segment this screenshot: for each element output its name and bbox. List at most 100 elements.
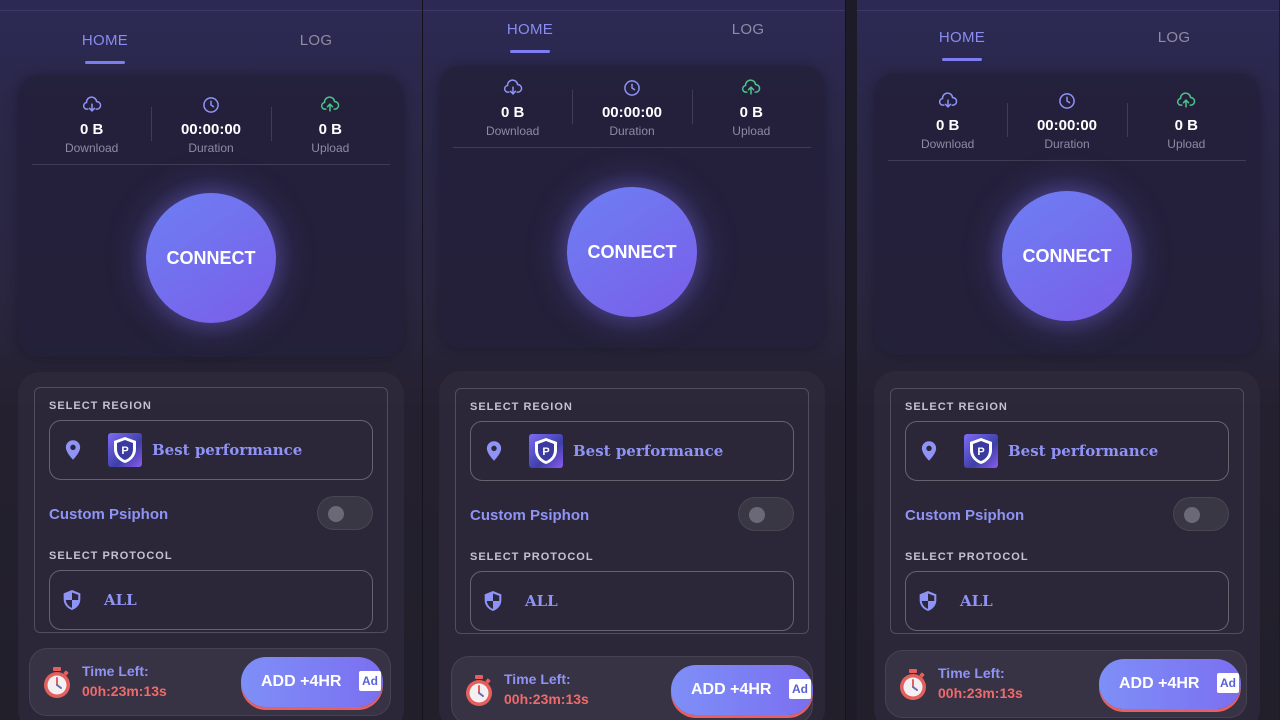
select-protocol-label: SELECT PROTOCOL (905, 551, 1029, 563)
add-time-button[interactable]: ADD +4HR Ad (671, 665, 813, 715)
shield-icon (919, 591, 937, 611)
stat-duration: 00:00:00 Duration (151, 79, 270, 164)
vpn-app-panel: HOME LOG 0 B Download 00:00:00 Duration … (0, 0, 422, 720)
stat-download: 0 B Download (453, 62, 572, 147)
stopwatch-icon (900, 669, 926, 700)
svg-text:P: P (121, 445, 128, 457)
region-flag-icon: P (108, 433, 142, 467)
svg-text:P: P (977, 446, 984, 458)
duration-value: 00:00:00 (601, 104, 663, 121)
region-flag-icon: P (964, 434, 998, 468)
time-left-value: 00h:23m:13s (938, 685, 1023, 701)
protocol-selector[interactable]: ALL (470, 571, 794, 631)
stat-upload: 0 B Upload (1126, 75, 1246, 160)
download-value: 0 B (935, 117, 960, 134)
svg-text:P: P (542, 446, 549, 458)
clock-icon (203, 97, 219, 113)
tab-log[interactable]: LOG (256, 32, 376, 49)
stopwatch-icon (44, 667, 70, 698)
stat-duration: 00:00:00 Duration (572, 62, 691, 147)
cloud-upload-icon (742, 79, 761, 95)
region-selector[interactable]: P Best performance (905, 421, 1229, 481)
clock-icon (1059, 93, 1075, 109)
tab-home-indicator (942, 58, 982, 61)
region-selected-text: Best performance (152, 441, 303, 459)
shield-badge-icon: P (114, 437, 136, 463)
connection-card: 0 B Download 00:00:00 Duration 0 B Uploa… (874, 73, 1260, 355)
connection-card: 0 B Download 00:00:00 Duration 0 B Uploa… (439, 66, 825, 348)
protocol-selected-text: ALL (960, 592, 993, 610)
upload-label: Upload (1167, 137, 1206, 151)
ad-badge: Ad (359, 671, 381, 691)
panel-separator (845, 0, 846, 720)
protocol-selector[interactable]: ALL (49, 570, 373, 630)
shield-badge-icon: P (970, 438, 992, 464)
custom-psiphon-toggle[interactable] (738, 497, 794, 531)
tab-home[interactable]: HOME (902, 29, 1022, 46)
add-time-button[interactable]: ADD +4HR Ad (241, 657, 383, 707)
download-value: 0 B (500, 104, 525, 121)
tab-home-indicator (85, 61, 125, 64)
time-left-bar: Time Left: 00h:23m:13s ADD +4HR Ad (885, 650, 1247, 718)
settings-box: SELECT REGION P Best performance Custom … (890, 388, 1244, 634)
tab-home[interactable]: HOME (45, 32, 165, 49)
cloud-download-icon (938, 92, 957, 108)
upload-label: Upload (732, 124, 771, 138)
ad-badge: Ad (789, 679, 811, 699)
cloud-upload-icon (1177, 92, 1196, 108)
tab-log[interactable]: LOG (1114, 29, 1234, 46)
region-selected-text: Best performance (1008, 442, 1159, 460)
duration-value: 00:00:00 (1036, 117, 1098, 134)
region-selector[interactable]: P Best performance (49, 420, 373, 480)
stat-upload: 0 B Upload (270, 79, 390, 164)
stat-duration: 00:00:00 Duration (1007, 75, 1126, 160)
stats-row: 0 B Download 00:00:00 Duration 0 B Uploa… (888, 75, 1246, 161)
time-left-bar: Time Left: 00h:23m:13s ADD +4HR Ad (451, 656, 813, 720)
add-time-button[interactable]: ADD +4HR Ad (1099, 659, 1241, 709)
connect-button[interactable]: CONNECT (1002, 191, 1132, 321)
stat-download: 0 B Download (32, 79, 151, 164)
select-protocol-label: SELECT PROTOCOL (470, 551, 594, 563)
custom-psiphon-toggle[interactable] (317, 496, 373, 530)
custom-psiphon-label: Custom Psiphon (905, 507, 1025, 524)
shield-icon (63, 590, 81, 610)
custom-psiphon-label: Custom Psiphon (470, 507, 590, 524)
location-pin-icon (921, 441, 937, 461)
region-selector[interactable]: P Best performance (470, 421, 794, 481)
tab-home[interactable]: HOME (470, 21, 590, 38)
location-pin-icon (65, 440, 81, 460)
duration-label: Duration (1044, 137, 1090, 151)
clock-icon (624, 80, 640, 96)
time-left-label: Time Left: (504, 671, 571, 687)
stat-upload: 0 B Upload (691, 62, 811, 147)
download-label: Download (64, 141, 119, 155)
time-left-label: Time Left: (82, 663, 149, 679)
shield-badge-icon: P (535, 438, 557, 464)
stats-row: 0 B Download 00:00:00 Duration 0 B Uploa… (453, 62, 811, 148)
select-region-label: SELECT REGION (49, 400, 152, 412)
connect-button[interactable]: CONNECT (146, 193, 276, 323)
select-region-label: SELECT REGION (905, 401, 1008, 413)
region-selected-text: Best performance (573, 442, 724, 460)
cloud-download-icon (82, 96, 101, 112)
custom-psiphon-toggle[interactable] (1173, 497, 1229, 531)
cloud-upload-icon (321, 96, 340, 112)
download-label: Download (485, 124, 540, 138)
time-left-bar: Time Left: 00h:23m:13s ADD +4HR Ad (29, 648, 391, 716)
settings-box: SELECT REGION P Best performance Custom … (34, 387, 388, 633)
add-time-label: ADD +4HR (1119, 675, 1200, 692)
region-flag-icon: P (529, 434, 563, 468)
stat-download: 0 B Download (888, 75, 1007, 160)
ad-badge: Ad (1217, 673, 1239, 693)
vpn-app-panel: HOME LOG 0 B Download 00:00:00 Duration … (857, 0, 1279, 720)
stats-row: 0 B Download 00:00:00 Duration 0 B Uploa… (32, 79, 390, 165)
time-left-value: 00h:23m:13s (504, 691, 589, 707)
protocol-selector[interactable]: ALL (905, 571, 1229, 631)
upload-value: 0 B (318, 121, 342, 138)
connect-button[interactable]: CONNECT (567, 187, 697, 317)
tab-log[interactable]: LOG (688, 21, 808, 38)
tab-home-indicator (510, 50, 550, 53)
protocol-selected-text: ALL (104, 591, 137, 609)
vpn-app-panel: HOME LOG 0 B Download 00:00:00 Duration … (423, 0, 845, 720)
settings-box: SELECT REGION P Best performance Custom … (455, 388, 809, 634)
